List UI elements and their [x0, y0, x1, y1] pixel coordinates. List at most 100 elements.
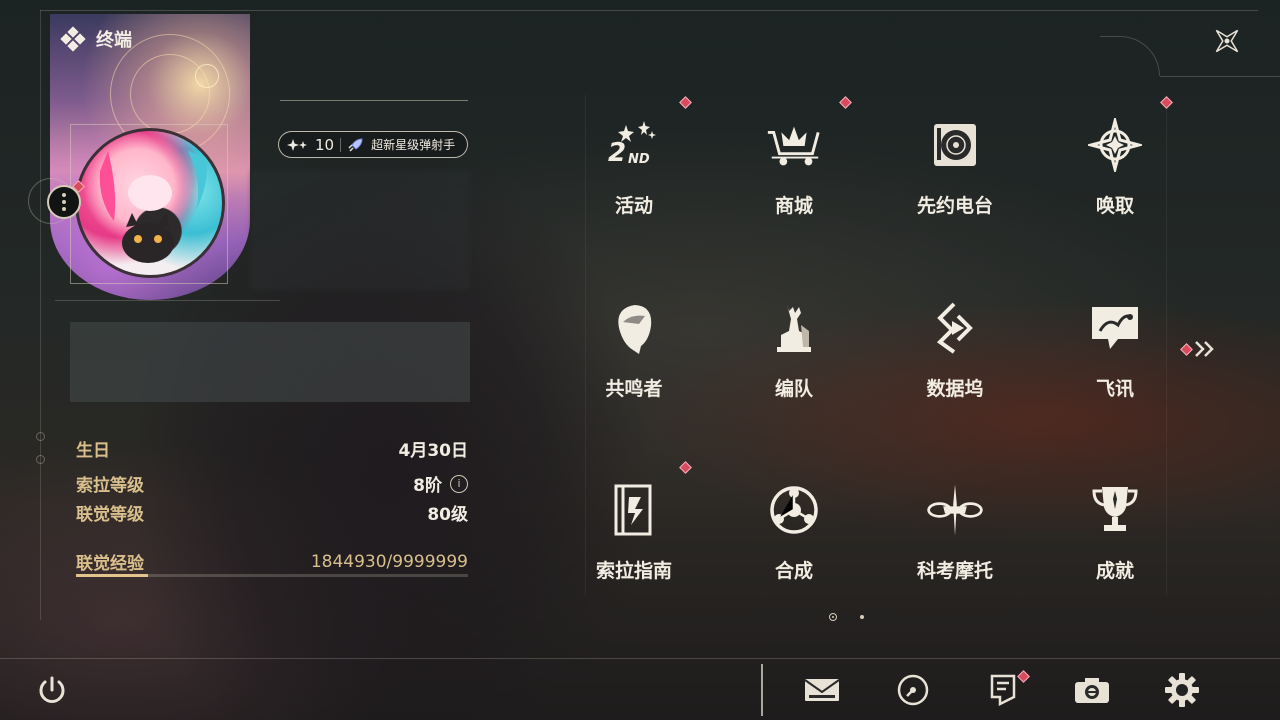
- birthday-label: 生日: [76, 441, 110, 461]
- menu-item-label: 活动: [614, 195, 653, 217]
- menu-item-radio-vinyl[interactable]: 先约电台: [875, 95, 1035, 255]
- notice-button[interactable]: [983, 670, 1030, 710]
- sola-level-value-wrap: 8阶 i: [413, 471, 468, 496]
- menu-item-label: 唤取: [1095, 195, 1134, 217]
- sola-level-value: 8阶: [413, 476, 442, 496]
- sparkle-icon: [287, 138, 307, 151]
- menu-item-trophy[interactable]: 成就: [1035, 460, 1195, 620]
- next-page-button[interactable]: [1180, 340, 1217, 358]
- menu-item-label: 数据坞: [926, 378, 984, 400]
- menu-item-guide-book[interactable]: 索拉指南: [554, 460, 714, 620]
- menu-item-label: 商城: [774, 195, 813, 217]
- resonator-head-icon: [604, 298, 664, 358]
- page-indicator-active[interactable]: [829, 613, 837, 621]
- menu-item-chess-team[interactable]: 编队: [714, 278, 874, 438]
- signature-field[interactable]: [70, 322, 470, 402]
- bottom-separator: [761, 664, 763, 716]
- page-header: 终端: [60, 26, 132, 52]
- trophy-icon: [1085, 480, 1145, 540]
- menu-item-motorbike[interactable]: 科考摩托: [875, 460, 1035, 620]
- union-exp-progress-fill: [76, 574, 149, 577]
- camera-button[interactable]: [1072, 670, 1112, 710]
- union-level-label: 联觉等级: [76, 505, 144, 525]
- motorbike-icon: [925, 480, 985, 540]
- menu-item-label: 索拉指南: [595, 560, 672, 582]
- rail-dot: [36, 432, 45, 441]
- alert-diamond-icon: [1017, 670, 1030, 683]
- frame-top-line: [40, 10, 1258, 11]
- union-exp-value: 1844930/9999999: [310, 551, 468, 572]
- frame-left-line: [40, 10, 41, 620]
- chess-team-icon: [764, 298, 824, 358]
- close-button[interactable]: [1208, 22, 1246, 60]
- chat-message-icon: [1085, 298, 1145, 358]
- guide-book-icon: [604, 480, 664, 540]
- close-star-icon: [1215, 29, 1239, 53]
- badge-count: 10: [315, 135, 335, 154]
- avatar[interactable]: [75, 128, 225, 278]
- rail-dot: [36, 455, 45, 464]
- power-button[interactable]: [32, 670, 72, 710]
- page-indicator[interactable]: [860, 615, 864, 619]
- double-chevron-right-icon: [1195, 341, 1214, 357]
- birthday-value: 4月30日: [398, 441, 469, 461]
- svg-text:2: 2: [608, 138, 626, 168]
- menu-item-shop-cart[interactable]: 商城: [714, 95, 874, 255]
- menu-item-2nd-anniversary[interactable]: 2 ND 活动: [554, 95, 714, 255]
- frame-right-line: [1160, 76, 1280, 77]
- menu-item-label: 成就: [1095, 560, 1134, 582]
- union-exp-label: 联觉经验: [76, 554, 144, 574]
- menu-item-synthesis[interactable]: 合成: [714, 460, 874, 620]
- title-badge[interactable]: 10 超新星级弹射手: [278, 131, 468, 158]
- settings-button[interactable]: [1162, 670, 1202, 710]
- mail-button[interactable]: [802, 670, 842, 710]
- union-level-row: 联觉等级 80级: [76, 500, 468, 525]
- menu-item-data-dock[interactable]: 数据坞: [875, 278, 1035, 438]
- synthesis-icon: [764, 480, 824, 540]
- bottom-bar-divider: [0, 658, 1280, 659]
- frame-curve: [1100, 36, 1160, 76]
- data-dock-icon: [925, 298, 985, 358]
- camera-icon: [1075, 678, 1109, 703]
- 2nd-anniversary-icon: 2 ND: [604, 115, 664, 175]
- union-level-value: 80级: [427, 505, 468, 525]
- birthday-row: 生日 4月30日: [76, 436, 468, 461]
- badge-separator: [340, 137, 342, 152]
- power-icon: [39, 676, 65, 703]
- clock-button[interactable]: [893, 670, 933, 710]
- alert-diamond-icon: [1160, 96, 1173, 109]
- alert-diamond-icon: [679, 461, 692, 474]
- union-exp-row: 联觉经验 1844930/9999999: [76, 549, 468, 575]
- sola-level-label: 索拉等级: [76, 476, 144, 496]
- menu-item-label: 科考摩托: [916, 560, 993, 582]
- menu-item-label: 编队: [774, 378, 813, 400]
- badge-title: 超新星级弹射手: [371, 138, 456, 152]
- radio-vinyl-icon: [925, 115, 985, 175]
- info-icon[interactable]: i: [450, 474, 468, 493]
- notice-icon: [990, 674, 1016, 707]
- menu-item-label: 共鸣者: [605, 378, 663, 400]
- menu-item-chat-message[interactable]: 飞讯: [1035, 278, 1195, 438]
- alert-diamond-icon: [839, 96, 852, 109]
- menu-item-label: 飞讯: [1095, 378, 1134, 400]
- menu-item-label: 先约电台: [916, 195, 993, 217]
- menu-item-label: 合成: [774, 560, 813, 582]
- divider: [55, 300, 280, 301]
- mail-icon: [804, 679, 840, 701]
- alert-diamond-icon: [679, 96, 692, 109]
- alert-diamond-icon: [1180, 342, 1193, 356]
- page-title: 终端: [96, 30, 132, 51]
- clock-icon: [897, 674, 929, 706]
- menu-item-convene-star[interactable]: 唤取: [1035, 95, 1195, 255]
- shop-cart-icon: [764, 115, 824, 175]
- divider: [280, 100, 468, 101]
- convene-star-icon: [1085, 115, 1145, 175]
- blurred-background-panel: [250, 170, 470, 290]
- svg-text:ND: ND: [628, 152, 650, 167]
- rocket-icon: [348, 137, 363, 152]
- union-exp-progress-bar: [76, 574, 468, 577]
- sola-level-row: 索拉等级 8阶 i: [76, 471, 468, 496]
- menu-item-resonator-head[interactable]: 共鸣者: [554, 278, 714, 438]
- diamond-cluster-icon: [60, 26, 86, 52]
- settings-gear-icon: [1165, 673, 1199, 707]
